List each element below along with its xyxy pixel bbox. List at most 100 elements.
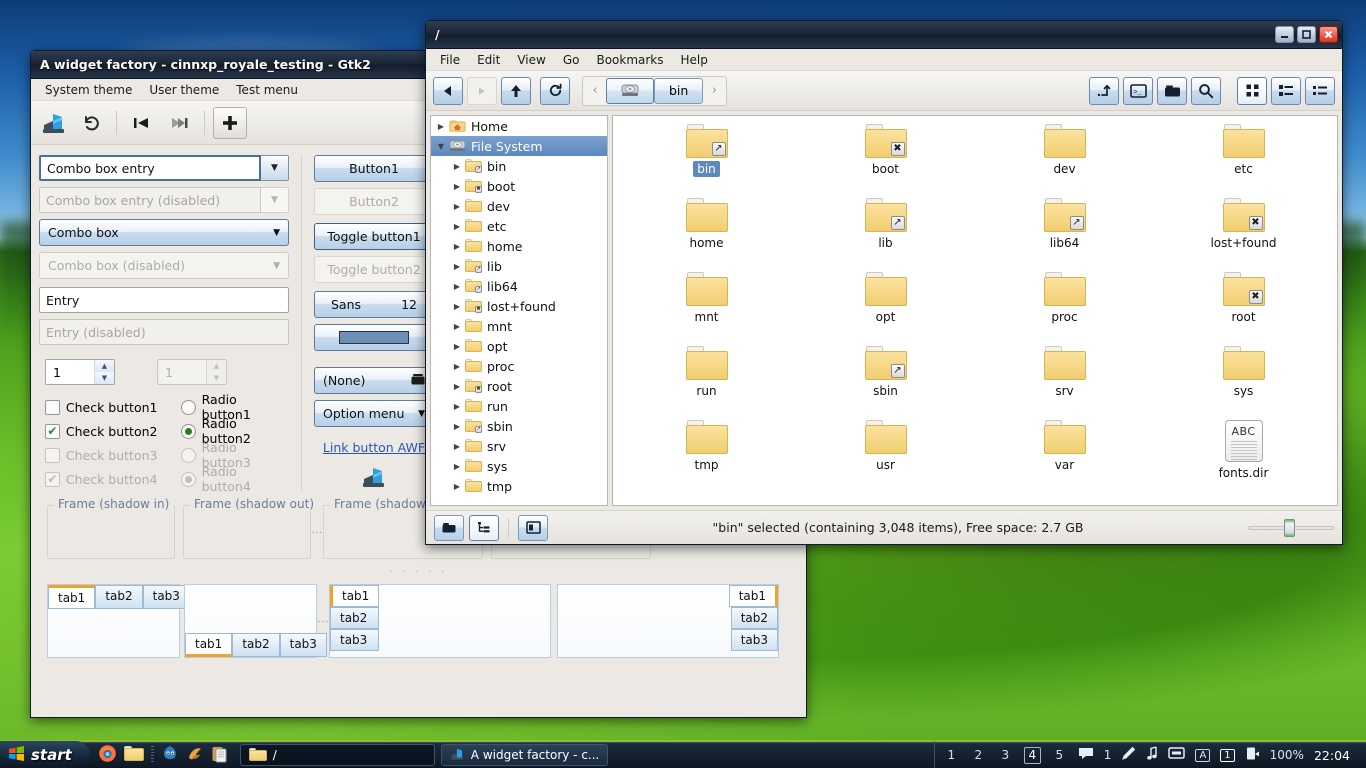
workspace-2[interactable]: 2 xyxy=(970,747,987,764)
tree-item-dev[interactable]: ▶ dev xyxy=(431,196,607,216)
open-terminal-here-icon[interactable] xyxy=(1089,76,1119,105)
menu-user-theme[interactable]: User theme xyxy=(141,81,227,99)
back-icon[interactable] xyxy=(433,76,463,105)
goto-first-icon[interactable] xyxy=(125,107,159,139)
fm-menubar[interactable]: File Edit View Go Bookmarks Help xyxy=(426,49,1342,71)
zoom-slider[interactable] xyxy=(1248,518,1334,537)
list-view-icon[interactable] xyxy=(1271,76,1301,105)
tree-item-run[interactable]: ▶ run xyxy=(431,396,607,416)
expander-icon[interactable]: ▶ xyxy=(451,402,463,411)
spin-down-icon[interactable]: ▼ xyxy=(95,372,114,384)
file-item-lib[interactable]: ↗ lib xyxy=(796,198,975,272)
fm-menu-view[interactable]: View xyxy=(509,51,553,69)
tree-item-lib[interactable]: ▶ ↗ lib xyxy=(431,256,607,276)
tree-item-boot[interactable]: ▶ ✖ boot xyxy=(431,176,607,196)
file-manager-window[interactable]: / File Edit View Go Bookmarks Help ‹ bin… xyxy=(425,20,1343,545)
pane-handle-horizontal[interactable]: · · · · · xyxy=(39,565,798,578)
file-item-boot[interactable]: ✖ boot xyxy=(796,124,975,198)
tree-item-srv[interactable]: ▶ srv xyxy=(431,436,607,456)
tree-item-lost-found[interactable]: ▶ ✖ lost+found xyxy=(431,296,607,316)
music-note-icon[interactable] xyxy=(1146,746,1158,764)
tree-item-bin[interactable]: ▶ ↗ bin xyxy=(431,156,607,176)
clipboard-icon[interactable] xyxy=(211,745,228,766)
notebook-left[interactable]: tab1 tab2 tab3 xyxy=(329,584,551,658)
tree-item-tmp[interactable]: ▶ tmp xyxy=(431,476,607,496)
chevron-down-icon[interactable]: ▼ xyxy=(261,155,289,181)
expander-icon[interactable]: ▶ xyxy=(451,422,463,431)
file-item-srv[interactable]: srv xyxy=(975,346,1154,420)
fm-menu-edit[interactable]: Edit xyxy=(469,51,508,69)
expander-icon[interactable]: ▶ xyxy=(451,482,463,491)
icon-view-icon[interactable] xyxy=(1237,76,1267,105)
file-item-sys[interactable]: sys xyxy=(1154,346,1333,420)
firefox-icon[interactable] xyxy=(98,744,117,766)
expander-icon[interactable]: ▶ xyxy=(451,242,463,251)
pane-handle-1[interactable]: ⋮ xyxy=(311,505,324,559)
file-item-opt[interactable]: opt xyxy=(796,272,975,346)
notebook-top-tab2[interactable]: tab2 xyxy=(95,585,143,609)
file-item-run[interactable]: run xyxy=(617,346,796,420)
notebook-top[interactable]: tab1 tab2 tab3 xyxy=(47,584,190,658)
fm-menu-file[interactable]: File xyxy=(432,51,468,69)
notebook-bottom[interactable]: tab1 tab2 tab3 xyxy=(184,584,327,658)
terminal-icon[interactable]: >_ xyxy=(1123,76,1153,105)
menu-test-menu[interactable]: Test menu xyxy=(228,81,306,99)
tree-item-sbin[interactable]: ▶ ↗ sbin xyxy=(431,416,607,436)
chat-icon[interactable] xyxy=(1078,747,1094,763)
file-item-tmp[interactable]: tmp xyxy=(617,420,796,494)
tree-item-lib64[interactable]: ▶ ↗ lib64 xyxy=(431,276,607,296)
fm-menu-bookmarks[interactable]: Bookmarks xyxy=(588,51,671,69)
minimize-icon[interactable] xyxy=(1275,26,1294,43)
color-button[interactable] xyxy=(314,324,434,351)
file-item-home[interactable]: home xyxy=(617,198,796,272)
expander-icon[interactable]: ▶ xyxy=(451,322,463,331)
expander-icon[interactable]: ▶ xyxy=(435,122,447,131)
display-icon[interactable] xyxy=(1168,746,1186,764)
file-item-proc[interactable]: proc xyxy=(975,272,1154,346)
expander-icon[interactable]: ▶ xyxy=(451,362,463,371)
expander-icon[interactable]: ▶ xyxy=(451,202,463,211)
expander-icon[interactable]: ▶ xyxy=(451,462,463,471)
notebook-right-tab3[interactable]: tab3 xyxy=(730,629,778,651)
undo-icon[interactable] xyxy=(74,107,108,139)
toggle-button1[interactable]: Toggle button1 xyxy=(314,223,434,250)
show-sidebar-icon[interactable] xyxy=(518,514,548,541)
window-controls[interactable] xyxy=(1275,26,1338,43)
file-manager-icon[interactable] xyxy=(123,745,144,765)
notebook-bottom-tabs[interactable]: tab1 tab2 tab3 xyxy=(185,633,327,657)
gimp-icon[interactable] xyxy=(161,745,179,766)
expander-icon[interactable]: ▶ xyxy=(451,442,463,451)
task-list[interactable]: / A widget factory - c... xyxy=(236,744,934,766)
workspace-5[interactable]: 5 xyxy=(1051,747,1068,764)
file-item-sbin[interactable]: ↗ sbin xyxy=(796,346,975,420)
expander-icon[interactable]: ▶ xyxy=(451,382,463,391)
close-icon[interactable] xyxy=(1319,26,1338,43)
notebook-right-tab2[interactable]: tab2 xyxy=(730,607,778,629)
pen-icon[interactable] xyxy=(1121,746,1136,764)
spin-up-icon[interactable]: ▲ xyxy=(95,360,114,372)
combo-box-entry-field[interactable]: Combo box entry xyxy=(39,155,261,181)
expander-icon[interactable]: ▶ xyxy=(451,262,463,271)
maximize-icon[interactable] xyxy=(1297,26,1316,43)
expander-icon[interactable]: ▶ xyxy=(451,302,463,311)
tree-item-etc[interactable]: ▶ etc xyxy=(431,216,607,236)
notebook-right[interactable]: tab1 tab2 tab3 xyxy=(557,584,779,658)
new-folder-icon[interactable] xyxy=(1157,76,1187,105)
zoom-slider-thumb[interactable] xyxy=(1284,518,1295,537)
file-item-bin[interactable]: ↗ bin xyxy=(617,124,796,198)
tree-item-sys[interactable]: ▶ sys xyxy=(431,456,607,476)
up-icon[interactable] xyxy=(501,76,531,105)
file-icon-view[interactable]: ↗ bin ✖ boot dev etc home ↗ lib ↗ lib64 ✖ lost+found… xyxy=(612,115,1338,506)
goto-last-icon[interactable] xyxy=(162,107,196,139)
expander-icon[interactable]: ▶ xyxy=(451,282,463,291)
fm-statusbar[interactable]: "bin" selected (containing 3,048 items),… xyxy=(426,510,1342,544)
file-chooser-button[interactable]: (None) xyxy=(314,367,434,394)
breadcrumb-root-hard-drive-icon[interactable] xyxy=(606,77,654,104)
fm-menu-go[interactable]: Go xyxy=(555,51,588,69)
add-icon[interactable] xyxy=(213,106,247,139)
tree-item-mnt[interactable]: ▶ mnt xyxy=(431,316,607,336)
taskbar-task[interactable]: / xyxy=(239,744,435,766)
notebook-top-tab1[interactable]: tab1 xyxy=(48,585,96,609)
tree-item-opt[interactable]: ▶ opt xyxy=(431,336,607,356)
breadcrumb-current[interactable]: bin xyxy=(654,77,704,104)
